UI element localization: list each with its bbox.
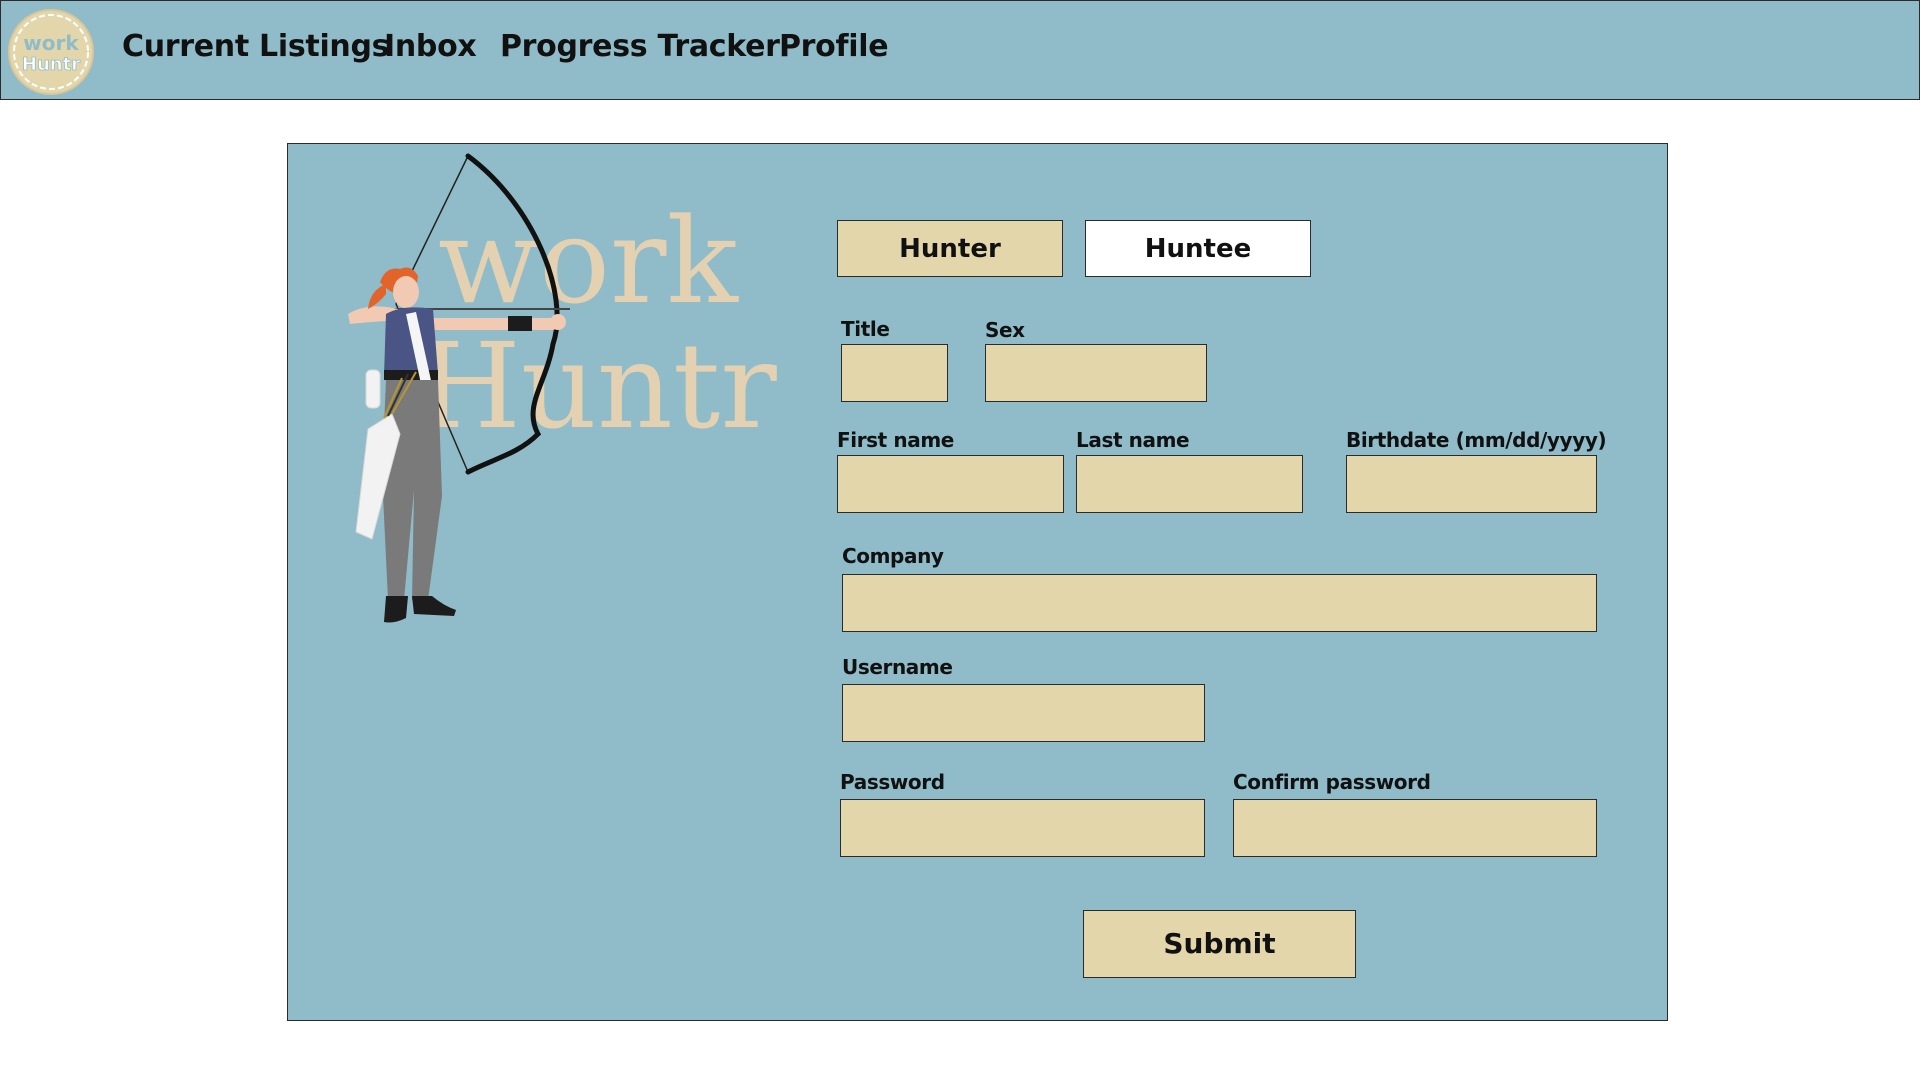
huntee-toggle-button[interactable]: Huntee bbox=[1085, 220, 1311, 277]
hunter-toggle-button[interactable]: Hunter bbox=[837, 220, 1063, 277]
submit-button[interactable]: Submit bbox=[1083, 910, 1356, 978]
sex-input[interactable] bbox=[985, 344, 1207, 402]
svg-text:Huntr: Huntr bbox=[22, 54, 80, 75]
work-huntr-logo[interactable]: work Huntr bbox=[7, 8, 95, 96]
top-navbar: work Huntr Current Listings Inbox Progre… bbox=[0, 0, 1920, 100]
nav-current-listings[interactable]: Current Listings bbox=[122, 29, 390, 64]
confirm-password-input[interactable] bbox=[1233, 799, 1597, 857]
title-input[interactable] bbox=[841, 344, 948, 402]
company-label: Company bbox=[842, 544, 944, 568]
registration-panel: work Huntr Hunter Huntee Title Sex First… bbox=[287, 143, 1668, 1021]
last-name-input[interactable] bbox=[1076, 455, 1303, 513]
first-name-label: First name bbox=[837, 428, 954, 452]
password-label: Password bbox=[840, 770, 945, 794]
password-input[interactable] bbox=[840, 799, 1205, 857]
nav-inbox[interactable]: Inbox bbox=[384, 29, 477, 64]
username-input[interactable] bbox=[842, 684, 1205, 742]
nav-profile[interactable]: Profile bbox=[779, 29, 889, 64]
first-name-input[interactable] bbox=[837, 455, 1064, 513]
birthdate-label: Birthdate (mm/dd/yyyy) bbox=[1346, 428, 1607, 452]
title-label: Title bbox=[841, 317, 890, 341]
archer-illustration bbox=[348, 153, 570, 623]
svg-text:work: work bbox=[23, 31, 79, 55]
username-label: Username bbox=[842, 655, 953, 679]
company-input[interactable] bbox=[842, 574, 1597, 632]
sex-label: Sex bbox=[985, 318, 1025, 342]
confirm-password-label: Confirm password bbox=[1233, 770, 1431, 794]
last-name-label: Last name bbox=[1076, 428, 1190, 452]
nav-progress-tracker[interactable]: Progress Tracker bbox=[500, 29, 780, 64]
birthdate-input[interactable] bbox=[1346, 455, 1597, 513]
